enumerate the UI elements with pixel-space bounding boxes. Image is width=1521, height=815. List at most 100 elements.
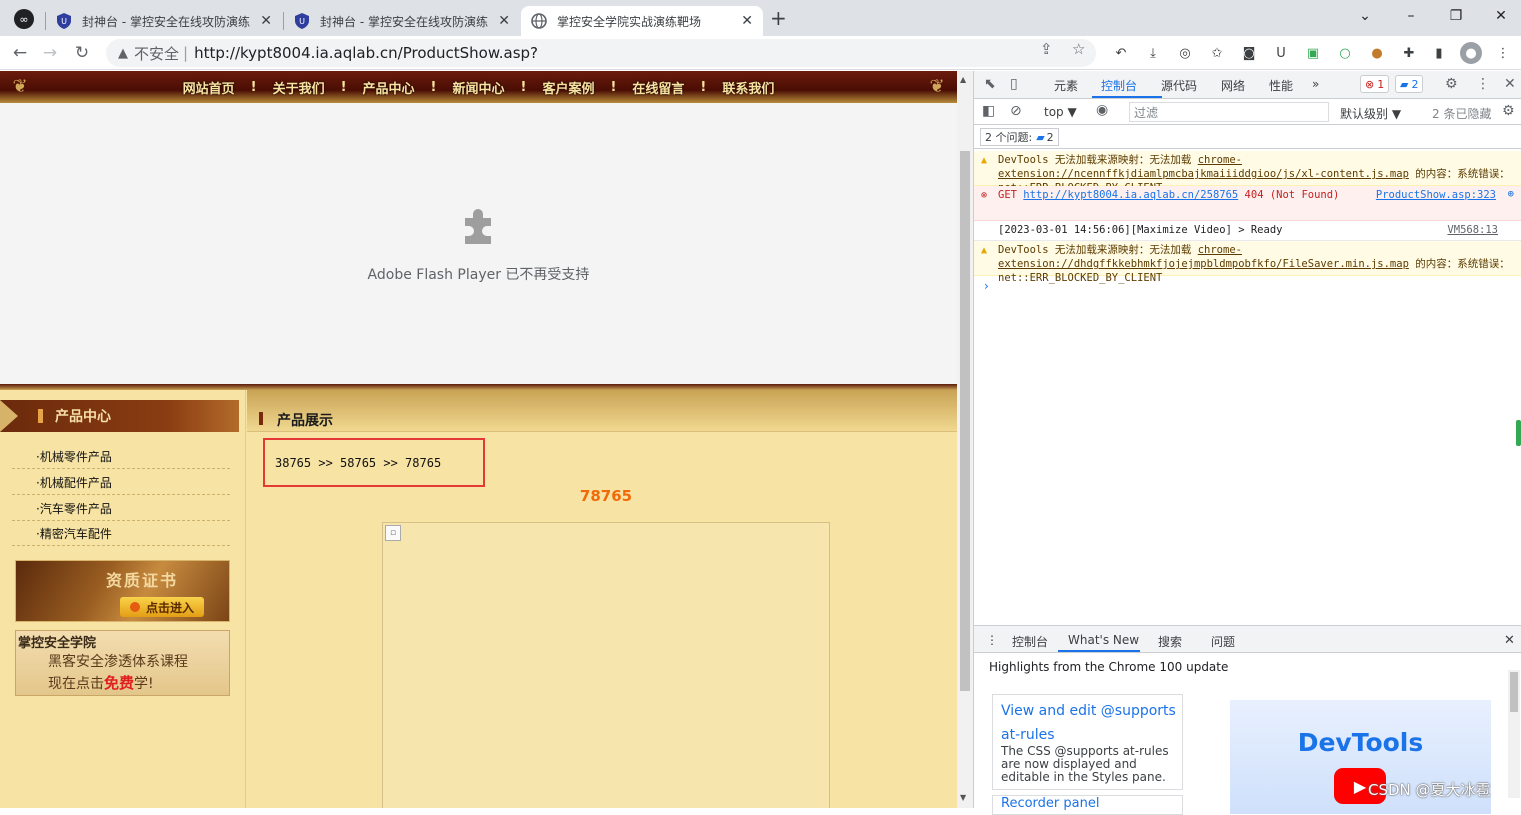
- tab-console[interactable]: 控制台: [1101, 77, 1137, 94]
- scroll-down-icon[interactable]: ▼: [960, 793, 966, 802]
- tab-performance[interactable]: 性能: [1269, 77, 1293, 94]
- scrollbar-thumb[interactable]: [1510, 672, 1518, 712]
- forward-button[interactable]: →: [38, 41, 62, 65]
- nav-about[interactable]: 关于我们: [265, 78, 333, 97]
- device-toggle-icon[interactable]: ▯: [1010, 76, 1018, 92]
- hidden-count: 2 条已隐藏: [1432, 107, 1492, 121]
- extension-game-icon[interactable]: ◙: [1240, 44, 1258, 62]
- message-text: GET: [998, 189, 1024, 201]
- reload-button[interactable]: ↻: [70, 41, 94, 65]
- bookmark-star-icon[interactable]: ☆: [1072, 40, 1085, 58]
- extension-icon[interactable]: ↶: [1112, 44, 1130, 62]
- certificate-banner[interactable]: 资质证书 点击进入: [15, 560, 230, 622]
- message-source[interactable]: VM568:13: [1447, 223, 1498, 237]
- inspect-icon[interactable]: ⬉: [984, 76, 996, 92]
- extension-save-icon[interactable]: ▣: [1304, 44, 1322, 62]
- close-icon[interactable]: ✕: [741, 13, 753, 29]
- sidebar-title: 产品中心: [55, 409, 111, 425]
- eye-icon[interactable]: ◉: [1096, 102, 1108, 118]
- nav-cases[interactable]: 客户案例: [534, 78, 602, 97]
- browser-tab-1[interactable]: U 封神台 - 掌控安全在线攻防演练 ✕: [46, 6, 282, 36]
- share-icon[interactable]: ⇪: [1040, 40, 1053, 58]
- console-prompt[interactable]: ›: [984, 279, 989, 293]
- ornament-icon: ❦: [12, 75, 28, 97]
- drawer-tab-console[interactable]: 控制台: [1012, 633, 1048, 650]
- tab-network[interactable]: 网络: [1221, 77, 1245, 94]
- menu-icon[interactable]: ⋮: [1494, 44, 1512, 62]
- more-tabs-button[interactable]: »: [1312, 77, 1319, 91]
- log-level-select[interactable]: 默认级别 ▼: [1340, 105, 1401, 122]
- context-selector[interactable]: top ▼: [1044, 105, 1077, 119]
- page-scrollbar[interactable]: ▲ ▼: [957, 71, 973, 808]
- whats-new-card[interactable]: View and edit @supports at-rules The CSS…: [992, 694, 1183, 790]
- minimize-button[interactable]: –: [1388, 0, 1434, 32]
- browser-tab-2[interactable]: U 封神台 - 掌控安全在线攻防演练 ✕: [284, 6, 520, 36]
- profile-icon[interactable]: ∞: [14, 9, 34, 29]
- cookie-icon[interactable]: ●: [1368, 44, 1386, 62]
- drawer-tab-whats-new[interactable]: What's New: [1068, 633, 1139, 647]
- kebab-menu-icon[interactable]: ⋮: [1476, 76, 1490, 92]
- error-count-badge[interactable]: ⊗ 1: [1360, 75, 1390, 93]
- broken-image-icon: ▫: [385, 525, 401, 541]
- maximize-button[interactable]: ❐: [1433, 0, 1479, 32]
- svg-text:U: U: [299, 17, 305, 26]
- tab-elements[interactable]: 元素: [1054, 77, 1078, 94]
- close-icon[interactable]: ✕: [498, 13, 510, 29]
- filter-input[interactable]: 过滤: [1129, 102, 1329, 122]
- issue-count-badge[interactable]: ▰ 2: [1395, 75, 1424, 93]
- browser-tab-3[interactable]: 掌控安全学院实战演练靶场 ✕: [521, 6, 763, 36]
- category-link[interactable]: ·机械配件产品: [12, 470, 230, 495]
- whats-new-card[interactable]: Recorder panel: [992, 795, 1183, 815]
- sidebar-toggle-icon[interactable]: ◧: [982, 103, 995, 119]
- scroll-up-icon[interactable]: ▲: [960, 75, 966, 84]
- message-source[interactable]: ProductShow.asp:323: [1376, 188, 1496, 202]
- card-description: The CSS @supports at-rules are now displ…: [1001, 744, 1169, 784]
- extension-circle-icon[interactable]: ◎: [1176, 44, 1194, 62]
- side-panel-icon[interactable]: ▮: [1430, 44, 1448, 62]
- category-link[interactable]: ·汽车零件产品: [12, 496, 230, 521]
- gear-icon[interactable]: ⚙: [1502, 103, 1515, 119]
- avatar[interactable]: ●: [1460, 42, 1482, 64]
- back-button[interactable]: ←: [8, 41, 32, 65]
- nav-contact[interactable]: 联系我们: [714, 78, 782, 97]
- arrow-right-icon: →: [42, 43, 58, 63]
- nav-message[interactable]: 在线留言: [624, 78, 692, 97]
- nav-products[interactable]: 产品中心: [355, 78, 423, 97]
- issues-button[interactable]: 2 个问题: ▰ 2: [980, 128, 1059, 146]
- nav-news[interactable]: 新闻中心: [444, 78, 512, 97]
- product-name: 78765: [579, 487, 633, 505]
- url-separator: |: [183, 44, 189, 62]
- card-title[interactable]: View and edit @supports at-rules: [1001, 699, 1177, 747]
- close-window-button[interactable]: ✕: [1478, 0, 1521, 32]
- close-icon[interactable]: ✕: [1504, 76, 1516, 92]
- message-link[interactable]: http://kypt8004.ia.aqlab.cn/258765: [1023, 189, 1238, 201]
- tab-sources[interactable]: 源代码: [1161, 77, 1197, 94]
- drawer-tab-issues[interactable]: 问题: [1211, 633, 1235, 650]
- close-icon[interactable]: ✕: [1504, 633, 1515, 648]
- flash-placeholder: Adobe Flash Player 已不再受支持: [0, 103, 957, 384]
- download-icon[interactable]: ⤓: [1144, 44, 1162, 62]
- network-icon[interactable]: ⊕: [1508, 187, 1514, 201]
- close-icon[interactable]: ✕: [260, 13, 272, 29]
- extension-leaf-icon[interactable]: ○: [1336, 44, 1354, 62]
- cert-enter-button[interactable]: 点击进入: [120, 597, 204, 617]
- address-bar[interactable]: ▲ 不安全 | http://kypt8004.ia.aqlab.cn/Prod…: [106, 39, 1096, 67]
- bookmark-manager-icon[interactable]: ✩: [1208, 44, 1226, 62]
- extension-u-icon[interactable]: U: [1272, 44, 1290, 62]
- nav-home[interactable]: 网站首页: [175, 78, 243, 97]
- puzzle-icon[interactable]: ✚: [1400, 44, 1418, 62]
- console-filter-bar: ◧ ⊘ top ▼ ◉ 过滤 默认级别 ▼ 2 条已隐藏 ⚙: [974, 99, 1521, 125]
- warning-icon: ▲: [118, 45, 128, 61]
- drawer-scrollbar[interactable]: [1508, 670, 1520, 798]
- category-link[interactable]: ·机械零件产品: [12, 444, 230, 469]
- kebab-menu-icon[interactable]: ⋮: [986, 633, 998, 647]
- scrollbar-thumb[interactable]: [960, 151, 970, 691]
- gear-icon[interactable]: ⚙: [1445, 76, 1458, 92]
- watermark: CSDN @夏大冰雹: [1368, 781, 1491, 799]
- new-tab-button[interactable]: +: [770, 6, 787, 30]
- clear-console-icon[interactable]: ⊘: [1010, 103, 1022, 119]
- drawer-tab-search[interactable]: 搜索: [1158, 633, 1182, 650]
- school-banner[interactable]: 掌控安全学院 黑客安全渗透体系课程 现在点击免费学!: [15, 630, 230, 696]
- tab-search-button[interactable]: ⌄: [1342, 0, 1388, 32]
- category-link[interactable]: ·精密汽车配件: [12, 521, 230, 546]
